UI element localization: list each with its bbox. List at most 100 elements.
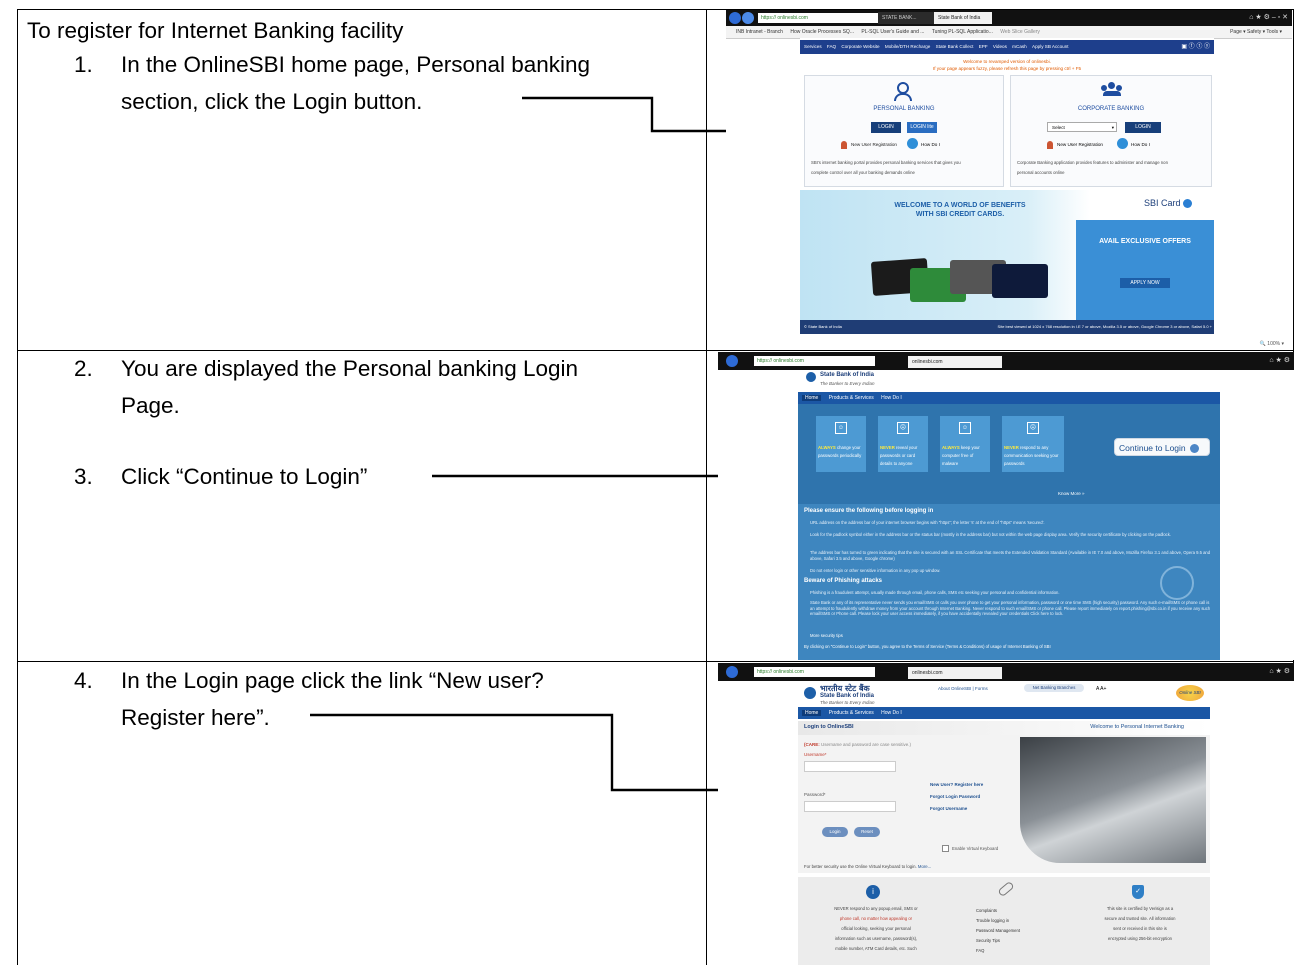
browser-tab-active[interactable]: onlinesbi.com [908, 667, 1002, 679]
reset-button[interactable]: Reset [854, 827, 880, 837]
chevron-down-icon: ▾ [1111, 125, 1114, 130]
browser-tab-active[interactable]: onlinesbi.com [908, 356, 1002, 368]
nav-how-do-i[interactable]: How Do I [881, 710, 902, 716]
step-text: Register here”. [121, 705, 270, 730]
phishing-heading: Beware of Phishing attacks [804, 578, 883, 584]
tab-label: State Bank of India [938, 15, 981, 21]
new-user-registration-link[interactable]: New User Registration [851, 141, 897, 149]
sbi-card-logo: SBI Card [1144, 198, 1193, 209]
about-link[interactable]: About OnlineSBI [938, 686, 971, 691]
menu-item[interactable]: Videos [993, 44, 1007, 49]
ensure-item: URL address on the address bar of your i… [810, 520, 1045, 525]
tip-card: ☺ ALWAYS change your passwords periodica… [816, 416, 866, 472]
corporate-login-button[interactable]: LOGIN [1125, 122, 1161, 133]
social-icons[interactable]: ▣ ⓕ ⓣ ⓨ [1181, 43, 1210, 51]
table-column-divider [706, 9, 707, 965]
nav-home[interactable]: Home [802, 395, 822, 401]
window-controls[interactable]: ⌂ ★ ⚙ [1269, 356, 1290, 364]
favorite-link[interactable]: Web Slice Gallery [1000, 29, 1040, 35]
back-icon[interactable] [729, 12, 741, 24]
col2-link[interactable]: Complaints [976, 907, 997, 915]
menu-item[interactable]: Services [804, 44, 822, 49]
person-icon-body [894, 93, 912, 101]
refresh-note: If your page appears fuzzy, please refre… [932, 66, 1082, 71]
new-user-registration-link[interactable]: New User Registration [1057, 141, 1103, 149]
paperclip-icon [997, 880, 1015, 898]
online-sbi-logo: Online SBI [1176, 685, 1204, 701]
menu-item[interactable]: mCash [1012, 44, 1027, 49]
nav-how-do-i[interactable]: How Do I [881, 395, 902, 401]
command-bar-tools[interactable]: Page ▾ Safety ▾ Tools ▾ [1230, 26, 1282, 38]
favorite-link[interactable]: INB Intranet - Branch [736, 29, 783, 35]
how-do-i-link[interactable]: How Do I [921, 141, 940, 149]
menu-item[interactable]: EPF [979, 44, 988, 49]
menu-item[interactable]: Corporate Website [841, 44, 879, 49]
more-security-tips-link[interactable]: More security tips [810, 632, 843, 640]
step-text: In the Login page click the link “New us… [121, 668, 544, 693]
menu-item[interactable]: FAQ [827, 44, 836, 49]
how-do-i-link[interactable]: How Do I [1131, 141, 1150, 149]
site-area: भारतीय स्टेट बैंक State Bank of India Th… [798, 681, 1210, 965]
forward-icon[interactable] [742, 12, 754, 24]
window-controls[interactable]: ⌂ ★ ⚙ – ▫ ✕ [1249, 13, 1288, 21]
corporate-select[interactable]: Select ▾ [1047, 122, 1117, 132]
nav-products[interactable]: Products & Services [829, 710, 874, 716]
know-more-label: Know More [1058, 491, 1081, 496]
new-user-register-link[interactable]: New User? Register here [930, 781, 983, 789]
personal-desc: SBI's internet banking portal provides p… [811, 160, 961, 165]
step-text: Page. [121, 393, 180, 418]
col2-link[interactable]: Security Tips [976, 937, 1000, 945]
more-link[interactable]: More... [918, 864, 931, 869]
col2-link[interactable]: Trouble logging in [976, 917, 1009, 925]
browser-tab[interactable]: STATE BANK... [878, 12, 936, 24]
browser-tab-active[interactable]: State Bank of India [934, 12, 992, 24]
forgot-username-link[interactable]: Forgot Username [930, 805, 967, 813]
col2-link[interactable]: FAQ [976, 947, 984, 955]
back-icon[interactable] [726, 666, 738, 678]
password-input[interactable] [804, 801, 896, 812]
personal-desc: complete control over all your banking d… [811, 170, 915, 175]
favorite-link[interactable]: How Oracle Processes SQ... [790, 29, 854, 35]
personal-banking-panel: PERSONAL BANKING LOGIN LOGIN lite New Us… [804, 75, 1004, 187]
security-note-text: For better security use the Online Virtu… [804, 864, 917, 869]
col2-link[interactable]: Password Management [976, 927, 1020, 935]
browser-tabbar: https:// onlinesbi.com onlinesbi.com ⌂ ★… [718, 352, 1294, 370]
tip-card: ☹ NEVER reveal your passwords or card de… [878, 416, 928, 472]
address-bar[interactable]: https:// onlinesbi.com [754, 356, 875, 366]
credit-card-banner[interactable]: WELCOME TO A WORLD OF BENEFITS WITH SBI … [800, 190, 1214, 320]
back-icon[interactable] [726, 355, 738, 367]
ensure-item: The address bar has turned to green indi… [810, 550, 1211, 561]
nav-products[interactable]: Products & Services [829, 395, 874, 401]
banner-headline: WITH SBI CREDIT CARDS. [915, 211, 1005, 218]
screenshot-onlinesbi-home: https:// onlinesbi.com STATE BANK... Sta… [726, 10, 1292, 350]
forgot-password-link[interactable]: Forgot Login Password [930, 793, 980, 801]
forms-link[interactable]: Forms [975, 686, 988, 691]
address-bar[interactable]: https:// onlinesbi.com [758, 13, 879, 23]
nav-home[interactable]: Home [802, 710, 822, 716]
know-more-link[interactable]: Know More » [1058, 490, 1085, 498]
step-text: In the OnlineSBI home page, Personal ban… [121, 52, 591, 77]
window-controls[interactable]: ⌂ ★ ⚙ [1269, 667, 1290, 675]
login-button[interactable]: LOGIN [871, 122, 901, 133]
bank-tagline: The Banker to Every Indian [820, 700, 875, 705]
menu-item[interactable]: Apply SB Account [1032, 44, 1069, 49]
continue-to-login-button[interactable]: Continue to Login [1114, 438, 1210, 456]
apply-now-button[interactable]: APPLY NOW [1120, 278, 1170, 288]
site-footer: © State Bank of India Site best viewed a… [800, 320, 1214, 334]
favorite-link[interactable]: Tuning PL-SQL Applicatio... [932, 29, 993, 35]
table-row-divider-2 [17, 661, 1294, 662]
step-number: 1. [74, 52, 93, 77]
menu-item[interactable]: Mobile/DTH Recharge [885, 44, 930, 49]
virtual-keyboard-checkbox[interactable] [942, 845, 949, 852]
bank-tagline: The Banker to Every Indian [820, 381, 875, 386]
login-lite-button[interactable]: LOGIN lite [907, 122, 937, 133]
username-input[interactable] [804, 761, 896, 772]
tip-label: NEVER [1004, 445, 1019, 450]
favorite-link[interactable]: PL-SQL User's Guide and ... [861, 29, 924, 35]
login-submit-button[interactable]: Login [822, 827, 848, 837]
menu-item[interactable]: State Bank Collect [936, 44, 974, 49]
font-size-controls[interactable]: A A+ [1096, 685, 1106, 693]
address-bar[interactable]: https:// onlinesbi.com [754, 667, 875, 677]
net-banking-branches-button[interactable]: Net Banking Branches [1024, 684, 1084, 692]
zoom-level[interactable]: 🔍 100% ▾ [1260, 340, 1284, 348]
